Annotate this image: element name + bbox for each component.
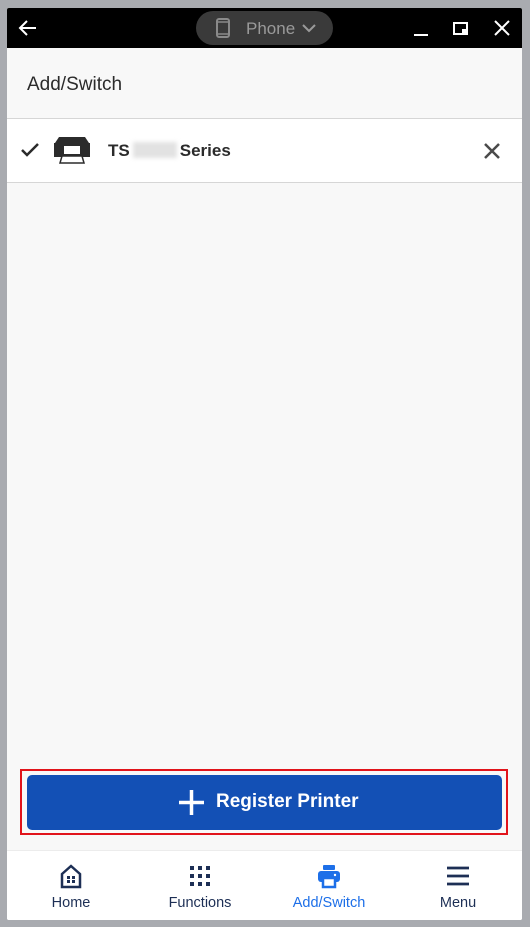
obscured-model-number — [132, 142, 177, 158]
home-icon — [60, 864, 82, 889]
nav-functions-label: Functions — [168, 895, 232, 911]
printer-name: TS Series — [108, 141, 231, 160]
app-window: Phone Add/Switch TS Series Register Print… — [7, 8, 522, 920]
page-header: Add/Switch — [7, 48, 522, 119]
close-icon[interactable] — [492, 18, 512, 38]
chevron-down-icon — [302, 24, 316, 33]
bottom-navigation: Home Functions Add/Switch Menu — [7, 850, 522, 920]
minimize-icon[interactable] — [412, 20, 430, 38]
nav-menu-label: Menu — [439, 895, 477, 911]
remove-printer-icon[interactable] — [483, 142, 501, 160]
nav-home-label: Home — [51, 895, 91, 911]
device-mode-label: Phone — [246, 19, 296, 38]
grid-icon — [190, 866, 210, 886]
printer-icon — [54, 137, 90, 164]
phone-icon — [216, 18, 230, 38]
nav-menu[interactable]: Menu — [394, 851, 522, 920]
nav-functions[interactable]: Functions — [136, 851, 264, 920]
nav-home[interactable]: Home — [7, 851, 135, 920]
page-title: Add/Switch — [27, 74, 123, 95]
printer-icon — [318, 865, 340, 889]
register-printer-button[interactable]: Register Printer — [27, 775, 502, 830]
register-printer-label: Register Printer — [216, 791, 359, 812]
title-bar: Phone — [7, 8, 522, 48]
printer-list-item[interactable]: TS Series — [7, 119, 522, 183]
checkmark-icon — [21, 143, 39, 157]
menu-icon — [447, 866, 469, 886]
restore-window-icon[interactable] — [452, 20, 470, 38]
plus-icon — [179, 790, 204, 815]
device-mode-dropdown[interactable]: Phone — [196, 11, 333, 45]
arrow-left-icon[interactable] — [17, 17, 39, 39]
nav-add-switch-label: Add/Switch — [292, 895, 366, 911]
printer-list-area — [7, 183, 522, 768]
nav-add-switch[interactable]: Add/Switch — [265, 851, 393, 920]
